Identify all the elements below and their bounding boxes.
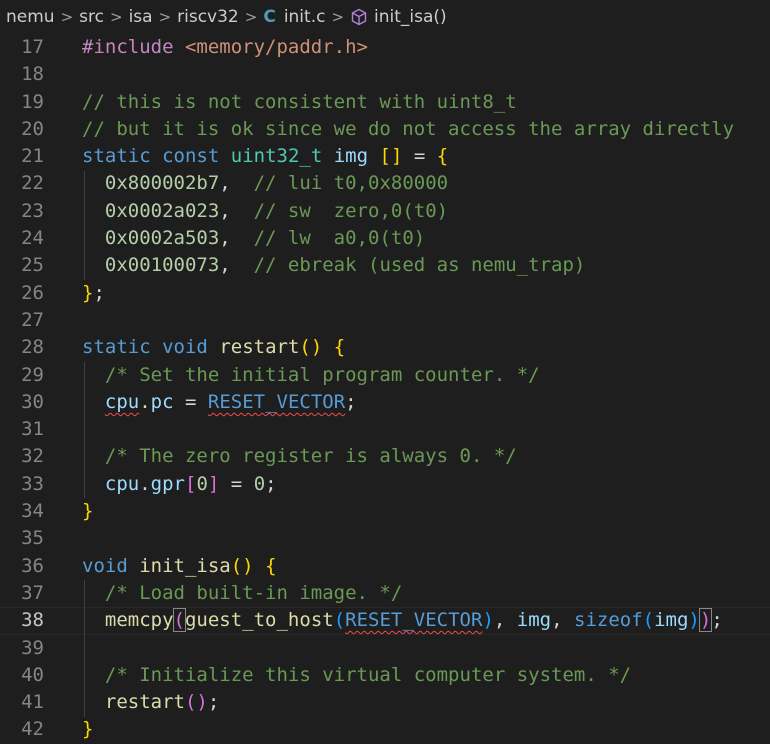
code-text: static const uint32_t img [] = { [82,145,449,168]
code-line[interactable]: 36 void init_isa() { [0,553,770,580]
code-line[interactable]: 19 // this is not consistent with uint8_t [0,89,770,116]
line-number: 28 [21,336,44,359]
indent-guide [84,170,85,280]
code-line[interactable]: 21 static const uint32_t img [] = { [0,143,770,170]
code-editor[interactable]: 17 #include <memory/paddr.h> 18 19 // this i… [0,34,770,744]
line-number: 23 [21,199,44,222]
code-line[interactable]: 33 cpu.gpr[0] = 0; [0,471,770,498]
code-text: #include <memory/paddr.h> [82,36,368,58]
code-text: // but it is ok since we do not access t… [82,117,735,140]
line-number: 24 [21,227,44,250]
code-line[interactable]: 31 [0,416,770,443]
breadcrumb-item-symbol[interactable]: init_isa() [374,1,447,33]
code-line[interactable]: 24 0x0002a503, // lw a0,0(t0) [0,225,770,252]
code-line[interactable]: 40 /* Initialize this virtual computer s… [0,662,770,689]
code-text: /* Load built-in image. */ [104,581,403,604]
code-line[interactable]: 39 [0,635,770,662]
code-line[interactable]: 18 [0,61,770,88]
code-line[interactable]: 30 cpu.pc = RESET_VECTOR; [0,389,770,416]
code-line[interactable]: 20 // but it is ok since we do not access… [0,116,770,143]
symbol-method-icon [351,8,367,26]
code-text: memcpy(guest_to_host(RESET_VECTOR), img,… [104,608,723,633]
code-line[interactable]: 25 0x00100073, // ebreak (used as nemu_t… [0,252,770,279]
line-number: 40 [21,663,44,686]
line-number: 18 [21,63,44,86]
code-text: static void restart() { [82,336,346,359]
chevron-right-icon: > [109,8,123,26]
code-line[interactable]: 17 #include <memory/paddr.h> [0,34,770,61]
breadcrumb-item-isa[interactable]: isa [129,1,153,33]
code-text: restart(); [104,691,220,714]
line-number: 36 [21,554,44,577]
line-number: 30 [21,390,44,413]
chevron-right-icon: > [244,8,258,26]
code-line[interactable]: 41 restart(); [0,689,770,716]
code-line[interactable]: 42} [0,716,770,743]
code-line[interactable]: 23 0x0002a023, // sw zero,0(t0) [0,198,770,225]
code-text: 0x0002a023, // sw zero,0(t0) [104,199,449,222]
code-line[interactable]: 37 /* Load built-in image. */ [0,580,770,607]
code-line[interactable]: 27 [0,307,770,334]
breadcrumb-item-nemu[interactable]: nemu [6,1,55,33]
line-number: 34 [21,500,44,523]
line-number: 38 [21,609,44,632]
line-number: 19 [21,90,44,113]
line-number: 21 [21,145,44,168]
line-number: 35 [21,527,44,550]
line-number: 20 [21,117,44,140]
breadcrumb-item-riscv32[interactable]: riscv32 [177,1,239,33]
code-line[interactable]: 38 memcpy(guest_to_host(RESET_VECTOR), i… [0,607,770,634]
code-text: 0x800002b7, // lui t0,0x80000 [104,172,449,195]
code-text: cpu.gpr[0] = 0; [104,472,277,495]
line-number: 22 [21,172,44,195]
code-text: /* Set the initial program counter. */ [104,363,540,386]
code-line[interactable]: 22 0x800002b7, // lui t0,0x80000 [0,170,770,197]
line-number: 42 [21,718,44,741]
line-number: 25 [21,254,44,277]
breadcrumb: nemu > src > isa > riscv32 > C init.c > … [0,0,770,34]
line-number: 37 [21,581,44,604]
code-text: /* The zero register is always 0. */ [104,445,517,468]
code-text: // this is not consistent with uint8_t [82,90,517,113]
chevron-right-icon: > [60,8,74,26]
code-line[interactable]: 26}; [0,280,770,307]
line-number: 41 [21,691,44,714]
chevron-right-icon: > [158,8,172,26]
code-text: }; [82,281,105,304]
breadcrumb-item-file[interactable]: init.c [284,1,326,33]
line-number: 33 [21,472,44,495]
chevron-right-icon: > [331,8,345,26]
code-text: void init_isa() { [82,554,277,577]
code-line[interactable]: 32 /* The zero register is always 0. */ [0,443,770,470]
line-number: 39 [21,636,44,659]
code-text: } [82,500,94,523]
code-line[interactable]: 28 static void restart() { [0,334,770,361]
code-text: /* Initialize this virtual computer syst… [104,663,632,686]
breadcrumb-item-src[interactable]: src [79,1,104,33]
code-text: 0x00100073, // ebreak (used as nemu_trap… [104,254,586,277]
code-line[interactable]: 34} [0,498,770,525]
line-number: 29 [21,363,44,386]
code-text: 0x0002a503, // lw a0,0(t0) [104,227,426,250]
line-number: 31 [21,418,44,441]
c-file-icon: C [263,7,276,27]
code-text: } [82,718,94,741]
indent-guide [84,361,85,499]
line-number: 26 [21,281,44,304]
line-number: 32 [21,445,44,468]
code-line[interactable]: 35 [0,525,770,552]
line-number: 17 [21,36,44,58]
code-text: cpu.pc = RESET_VECTOR; [104,390,357,413]
indent-guide [84,580,85,717]
code-line[interactable]: 29 /* Set the initial program counter. *… [0,362,770,389]
line-number: 27 [21,308,44,331]
